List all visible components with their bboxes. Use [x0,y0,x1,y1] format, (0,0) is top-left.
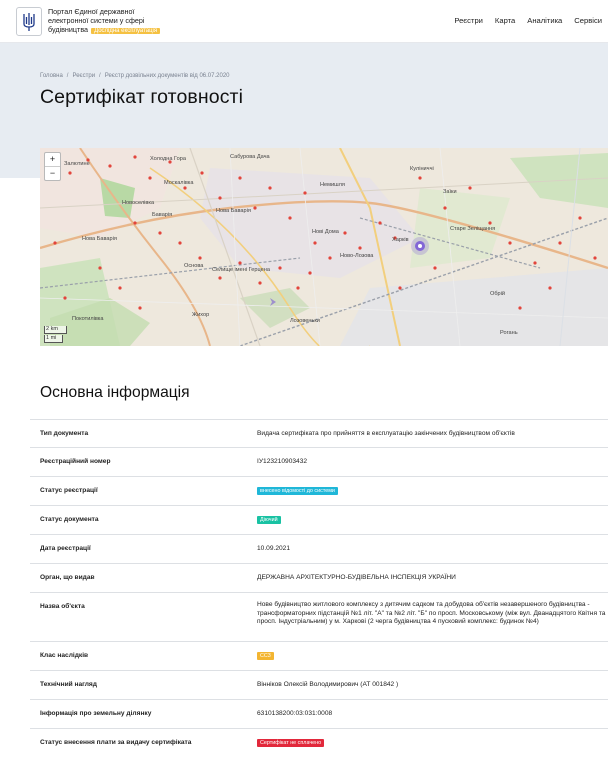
brand-line-3: будівництва [48,24,89,34]
zoom-in-button[interactable]: + [45,153,60,167]
page-title: Сертифікат готовності [40,86,244,108]
field-value: Вінніков Олексій Володимирович (АТ 00184… [257,681,399,688]
field-label: Клас наслідків [40,652,89,659]
status-badge: СС3 [257,652,274,660]
field-label: Технічний нагляд [40,681,97,688]
table-row: Орган, що видав ДЕРЖАВНА АРХІТЕКТУРНО-БУ… [30,563,608,592]
trident-icon [23,12,35,31]
table-row: Клас наслідків СС3 [30,641,608,670]
field-value: Видача сертифіката про прийняття в експл… [257,430,515,437]
field-label: Дата реєстрації [40,545,91,552]
scale-mi: 1 mi [44,335,63,343]
field-label: Реєстраційний номер [40,458,111,465]
table-row: Реєстраційний номер ІУ123210903432 [30,447,608,476]
scale-km: 2 km [44,326,67,334]
table-row: Статус документа Діючий [30,505,608,534]
map-tiles [40,148,608,346]
location-map[interactable]: Залютине Холодна Гора Сабурова Дача Неми… [40,148,608,346]
logo[interactable] [16,7,42,36]
table-row: Назва об'єкта Нове будівництво житлового… [30,592,608,641]
brand-text[interactable]: Портал Єдиної державної електронної сист… [48,7,161,35]
table-row: Технічний нагляд Вінніков Олексій Володи… [30,670,608,699]
table-row: Статус реєстрації внесено відомості до с… [30,476,608,505]
field-value: ДЕРЖАВНА АРХІТЕКТУРНО-БУДІВЕЛЬНА ІНСПЕКЦ… [257,574,456,581]
field-label: Орган, що видав [40,574,95,581]
nav-services[interactable]: Сервіси [574,16,602,25]
main-nav: Реєстри Карта Аналітика Сервіси [454,16,608,25]
status-badge: внесено відомості до системи [257,487,338,495]
breadcrumb-separator: / [99,73,101,79]
field-value: 10.09.2021 [257,545,291,552]
field-value: Нове будівництво житлового комплексу з д… [257,601,606,626]
status-badge: Сертифікат не сплачено [257,739,325,747]
field-label: Статус документа [40,516,99,523]
field-label: Тип документа [40,430,89,437]
breadcrumb-home[interactable]: Головна [40,73,63,79]
field-value: ІУ123210903432 [257,458,308,465]
zoom-out-button[interactable]: − [45,167,60,180]
field-label: Інформація про земельну ділянку [40,710,152,717]
status-badge: Діючий [257,516,281,524]
info-table: Тип документа Видача сертифіката про при… [30,419,608,757]
nav-analytics[interactable]: Аналітика [527,16,562,25]
breadcrumb-registries[interactable]: Реєстри [72,73,95,79]
field-label: Статус внесення плати за видачу сертифік… [40,739,192,746]
breadcrumb-registry[interactable]: Реєстр дозвільних документів від 06.07.2… [105,73,230,79]
table-row: Тип документа Видача сертифіката про при… [30,419,608,447]
field-value: 6310138200:03:031:0008 [257,710,333,717]
nav-registries[interactable]: Реєстри [454,16,483,25]
map-scale: 2 km 1 mi [44,326,67,343]
breadcrumb-separator: / [66,73,69,79]
table-row: Дата реєстрації 10.09.2021 [30,534,608,563]
section-title: Основна інформація [40,384,190,401]
field-label: Статус реєстрації [40,487,98,494]
table-row: Інформація про земельну ділянку 63101382… [30,699,608,728]
table-row: Статус внесення плати за видачу сертифік… [30,728,608,757]
map-zoom-control: + − [44,152,61,181]
field-label: Назва об'єкта [40,603,85,610]
nav-map[interactable]: Карта [495,16,515,25]
beta-badge: Дослідна експлуатація [91,27,161,34]
breadcrumb: Головна / Реєстри / Реєстр дозвільних доку… [40,73,230,79]
top-header: Портал Єдиної державної електронної сист… [0,0,608,43]
